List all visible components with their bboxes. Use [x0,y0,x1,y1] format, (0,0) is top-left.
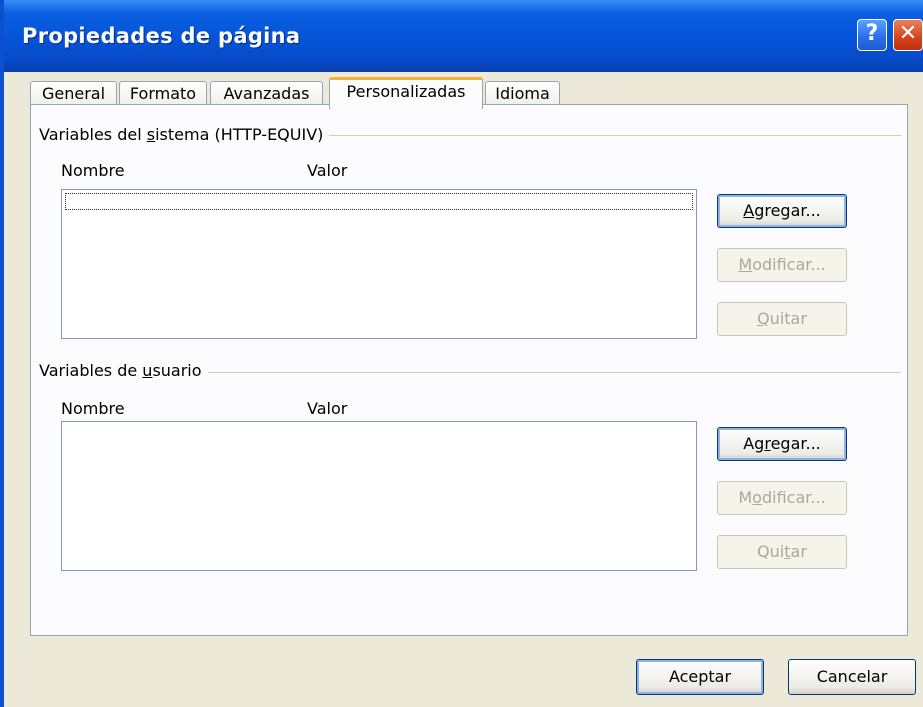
window-title: Propiedades de página [22,24,301,48]
tab-general[interactable]: General [30,81,117,105]
ok-button[interactable]: Aceptar [636,659,764,695]
help-icon[interactable]: ? [857,19,887,51]
user-vars-name-header: Nombre [61,399,125,418]
user-vars-group-label: Variables de usuario [39,361,208,380]
system-vars-focus-row[interactable] [65,193,693,210]
tab-panel-personalizadas: Variables del sistema (HTTP-EQUIV) Nombr… [30,104,908,636]
tab-avanzadas[interactable]: Avanzadas [210,81,323,105]
tab-formato[interactable]: Formato [119,81,207,105]
tab-personalizadas[interactable]: Personalizadas [329,77,483,109]
system-vars-name-header: Nombre [61,161,125,180]
user-modify-button[interactable]: Modificar... [717,481,847,515]
system-remove-button[interactable]: Quitar [717,302,847,336]
title-bar[interactable]: Propiedades de página ? ✕ [0,0,923,72]
page-properties-dialog: Propiedades de página ? ✕ General Format… [0,0,923,707]
user-add-button[interactable]: Agregar... [717,427,847,461]
system-add-button[interactable]: Agregar... [717,194,847,228]
system-modify-button[interactable]: Modificar... [717,248,847,282]
user-remove-button[interactable]: Quitar [717,535,847,569]
window-left-border [0,0,4,707]
system-vars-list[interactable] [61,189,697,339]
cancel-button[interactable]: Cancelar [788,659,916,695]
close-icon[interactable]: ✕ [893,19,923,51]
user-vars-list[interactable] [61,421,697,571]
system-vars-value-header: Valor [307,161,348,180]
tab-idioma[interactable]: Idioma [485,81,560,105]
tab-strip: General Formato Avanzadas Personalizadas… [30,77,910,109]
system-vars-group-label: Variables del sistema (HTTP-EQUIV) [39,125,330,144]
user-vars-value-header: Valor [307,399,348,418]
